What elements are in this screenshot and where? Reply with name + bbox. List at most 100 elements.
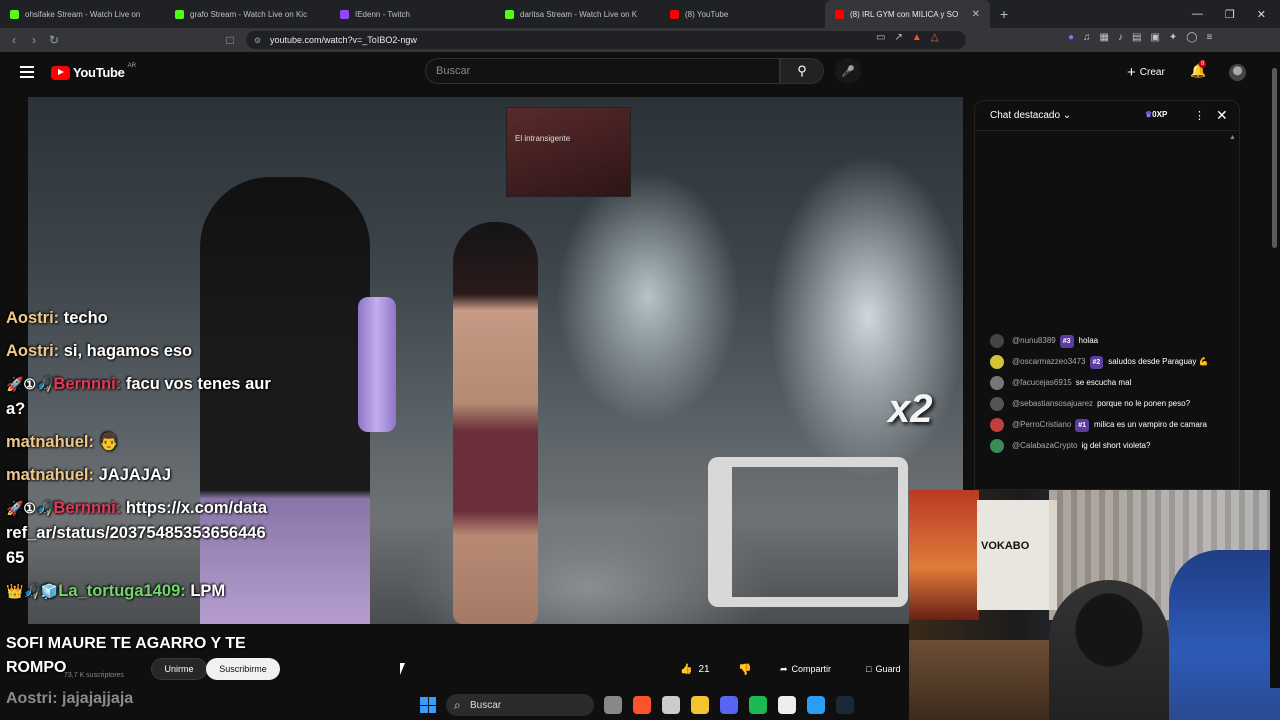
close-chat-icon[interactable]: ✕ (1216, 107, 1228, 124)
taskbar-app-icon[interactable] (633, 696, 651, 714)
tab-title: (8) YouTube (685, 9, 729, 19)
media-icon[interactable]: ♪ (1118, 32, 1123, 43)
share-button[interactable]: ➦ Compartir (780, 658, 831, 680)
chat-nick: Aostri: (6, 342, 60, 360)
close-tab-icon[interactable]: ✕ (972, 9, 980, 20)
browser-tab[interactable]: (8) IRL GYM con MILICA y SO ✕ (825, 0, 990, 28)
youtube-logo[interactable]: YouTube AR (51, 63, 136, 80)
wallet-icon[interactable]: ▣ (1150, 32, 1159, 43)
brave-shield-icon[interactable]: ▲ (912, 32, 922, 43)
chat-message[interactable]: @facucejas6915 se escucha mal (990, 376, 1230, 390)
browser-tab[interactable]: daritsa Stream - Watch Live on K (495, 0, 660, 28)
chat-message[interactable]: @CalabazaCrypto ig del short violeta? (990, 439, 1230, 453)
sidebar-icon[interactable]: ▤ (1132, 32, 1141, 43)
chat-author[interactable]: @PerroCristiano (1012, 420, 1071, 429)
multiplier-badge: x2 (888, 387, 933, 431)
scroll-up-icon[interactable]: ▲ (1229, 134, 1236, 141)
leo-icon[interactable]: ✦ (1169, 32, 1177, 43)
like-button[interactable]: 👍 21 (680, 658, 710, 680)
extensions-toolbar: ● ♫ ▦ ♪ ▤ ▣ ✦ ◯ ≡ (1068, 32, 1212, 43)
join-button[interactable]: Unirme (151, 658, 207, 680)
browser-tab[interactable]: grafo Stream - Watch Live on Kic (165, 0, 330, 28)
tab-favicon-icon (175, 9, 184, 19)
tab-title: IEdenn - Twitch (355, 9, 410, 19)
banner-text: El intransigente (515, 134, 571, 143)
browser-tab[interactable]: ohsifake Stream - Watch Live on (0, 0, 165, 28)
close-window-icon[interactable]: ✕ (1257, 8, 1266, 21)
chat-avatar[interactable] (990, 355, 1004, 369)
extensions-icon[interactable]: ▦ (1100, 32, 1109, 43)
chat-avatar[interactable] (990, 397, 1004, 411)
menu-icon[interactable]: ≡ (1207, 32, 1213, 43)
back-icon[interactable]: ‹ (4, 33, 24, 47)
taskbar-app-icon[interactable] (604, 696, 622, 714)
reload-icon[interactable]: ↻ (44, 33, 64, 47)
dislike-button[interactable]: 👎 (738, 658, 752, 680)
restore-icon[interactable]: ❐ (1225, 8, 1235, 21)
chat-message[interactable]: @PerroCristiano #1 milica es un vampiro de… (990, 418, 1230, 432)
taskbar-app-icon[interactable] (807, 696, 825, 714)
streamer (1049, 580, 1169, 720)
taskbar-app-icon[interactable] (836, 696, 854, 714)
search-button[interactable]: ⚲ (780, 58, 824, 84)
minimize-icon[interactable]: — (1192, 8, 1203, 20)
hamburger-menu-icon[interactable] (20, 66, 34, 78)
search-input[interactable]: Buscar (425, 58, 780, 84)
scrollbar-thumb[interactable] (1272, 68, 1277, 248)
notifications-button[interactable]: 🔔 8 (1190, 60, 1207, 79)
taskbar-app-icon[interactable] (662, 696, 680, 714)
site-info-icon[interactable]: ⚙ (254, 36, 261, 45)
extension-icon[interactable]: ♫ (1083, 32, 1091, 43)
create-button[interactable]: + Crear (1127, 64, 1165, 81)
chat-author[interactable]: @facucejas6915 (1012, 378, 1072, 387)
browser-tab[interactable]: IEdenn - Twitch (330, 0, 495, 28)
chat-author[interactable]: @sebastiansosajuarez (1012, 399, 1093, 408)
extension-icon[interactable]: ● (1068, 32, 1074, 43)
voice-search-button[interactable]: 🎤 (835, 58, 861, 84)
subscribe-button[interactable]: Suscribirme (206, 658, 280, 680)
vpn-icon[interactable]: ◯ (1186, 32, 1197, 43)
share-page-icon[interactable]: ↗ (894, 32, 902, 43)
xp-badge[interactable]: ♛0XP (1145, 110, 1167, 119)
account-avatar[interactable] (1229, 64, 1246, 81)
chat-avatar[interactable] (990, 418, 1004, 432)
thumbs-down-icon: 👎 (738, 663, 752, 676)
taskbar-search[interactable]: Buscar (446, 694, 594, 716)
subscriber-count: 73,7 K suscriptores (64, 672, 124, 679)
chat-author[interactable]: @nunu8389 (1012, 336, 1056, 345)
cast-icon[interactable]: ▭ (876, 32, 885, 43)
chat-author[interactable]: @CalabazaCrypto (1012, 441, 1077, 450)
taskbar-app-icon[interactable] (691, 696, 709, 714)
chat-message-body: @oscarmazzeo3473 #2 saludos desde Paraguay… (1012, 355, 1209, 369)
taskbar-app-icon[interactable] (720, 696, 738, 714)
chat-title: Chat destacado (990, 110, 1061, 121)
chat-author[interactable]: @oscarmazzeo3473 (1012, 357, 1086, 366)
chat-avatar[interactable] (990, 334, 1004, 348)
tab-title: (8) IRL GYM con MILICA y SO (850, 9, 959, 19)
chat-avatar[interactable] (990, 439, 1004, 453)
bookmark-icon[interactable]: □ (220, 33, 240, 47)
chat-message[interactable]: @nunu8389 #3 holaa (990, 334, 1230, 348)
forward-icon[interactable]: › (24, 33, 44, 47)
more-options-icon[interactable]: ⋮ (1194, 109, 1205, 122)
chat-message[interactable]: @oscarmazzeo3473 #2 saludos desde Paraguay… (990, 355, 1230, 369)
chat-rank-badge: #2 (1089, 356, 1104, 369)
save-button[interactable]: □ Guard (866, 658, 900, 680)
taskbar-app-icon[interactable] (749, 696, 767, 714)
taskbar-app-icon[interactable] (778, 696, 796, 714)
tab-favicon-icon (340, 9, 349, 19)
browser-tab[interactable]: (8) YouTube (660, 0, 825, 28)
chat-avatar[interactable] (990, 376, 1004, 390)
chat-nick: matnahuel: (6, 433, 95, 451)
overlay-chat-message: Aostri: techo (6, 306, 271, 331)
chat-message-body: @PerroCristiano #1 milica es un vampiro de… (1012, 418, 1207, 432)
windows-start-icon[interactable] (420, 697, 436, 713)
chat-mode-dropdown[interactable]: Chat destacado ⌄ (990, 110, 1071, 121)
wall-poster: VOKABO (977, 500, 1057, 610)
chat-message[interactable]: @sebastiansosajuarez porque no le ponen p… (990, 397, 1230, 411)
page-scrollbar[interactable] (1270, 52, 1280, 688)
new-tab-button[interactable]: + (1000, 6, 1008, 22)
rewards-icon[interactable]: △ (931, 32, 939, 43)
url-field[interactable]: ⚙ youtube.com/watch?v=_ToIBO2-ngw (246, 31, 966, 49)
chat-message-body: @sebastiansosajuarez porque no le ponen p… (1012, 397, 1190, 411)
